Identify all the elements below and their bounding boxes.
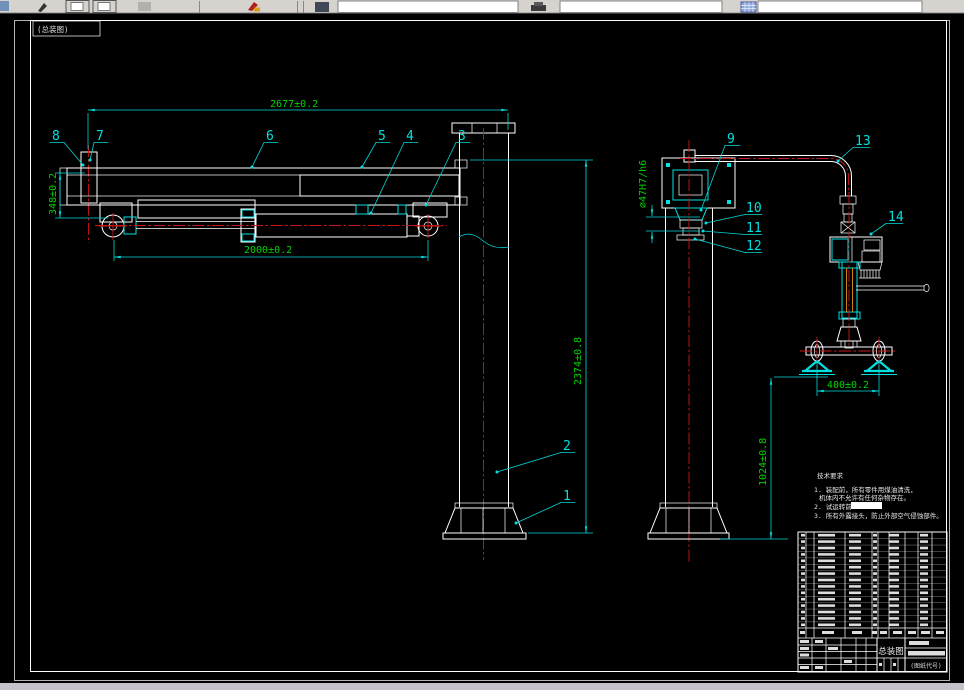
bom-rows	[798, 532, 947, 628]
toolbar-combo-field-2[interactable]	[559, 0, 723, 13]
svg-text:1: 1	[563, 489, 571, 504]
svg-text:8: 8	[52, 129, 60, 144]
svg-text:3: 3	[458, 129, 466, 144]
dim-arm-length: 2677±0.2	[270, 99, 318, 110]
toolbar-icon-partial[interactable]	[0, 1, 9, 11]
viewport-label: (总装图)	[37, 24, 69, 34]
svg-text:2: 2	[563, 439, 571, 454]
dim-cyl-stroke: 2000±0.2	[244, 245, 292, 256]
dim-col-height: 2374±0.8	[573, 337, 584, 385]
notes-title: 技术要求	[817, 471, 844, 480]
disabled-icon	[138, 2, 151, 11]
svg-text:10: 10	[746, 201, 762, 216]
toolbar-combo-field-1[interactable]	[337, 0, 519, 13]
toolbar-combo-field-3[interactable]	[757, 0, 923, 13]
notes-line2: 机体内不允许有任何杂物存在。	[819, 493, 910, 502]
svg-text:13: 13	[855, 134, 871, 149]
notes-line1: 1. 装配前，所有零件用煤油清洗，	[814, 485, 917, 494]
svg-text:7: 7	[96, 129, 104, 144]
cad-application-window: (总装图) 2677±0.2 348±0.2 2000±0.2 2374±0.8…	[0, 0, 964, 690]
toolbar-button-2[interactable]	[92, 0, 117, 13]
page-icon	[70, 2, 84, 11]
svg-text:5: 5	[378, 129, 386, 144]
page-icon	[97, 2, 111, 11]
selected-text-highlight	[851, 502, 882, 509]
tool-icon-dark[interactable]	[315, 2, 329, 12]
svg-text:6: 6	[266, 129, 274, 144]
dim-gripper-height: 1024±0.8	[758, 438, 769, 486]
dim-arm-height: 348±0.2	[48, 173, 59, 215]
svg-text:9: 9	[727, 132, 735, 147]
svg-text:14: 14	[888, 210, 904, 225]
notes-line3: 2. 试运转前	[814, 502, 852, 511]
dim-gripper-width: 400±0.2	[827, 380, 869, 391]
svg-text:4: 4	[406, 129, 414, 144]
drawing-code-label: (图纸代号)	[910, 662, 941, 670]
drawing-name: 总装图	[878, 646, 904, 657]
notes-line4: 3. 所有外露接头，防止外部空气侵蚀部件。	[814, 511, 943, 520]
svg-text:11: 11	[746, 221, 762, 236]
grid-icon[interactable]	[740, 1, 757, 13]
status-strip	[0, 683, 964, 690]
svg-text:12: 12	[746, 239, 762, 254]
dim-shaft-fit: ⌀47H7/h6	[638, 160, 649, 208]
toolbar	[0, 0, 964, 15]
toolbar-button-1[interactable]	[65, 0, 90, 13]
